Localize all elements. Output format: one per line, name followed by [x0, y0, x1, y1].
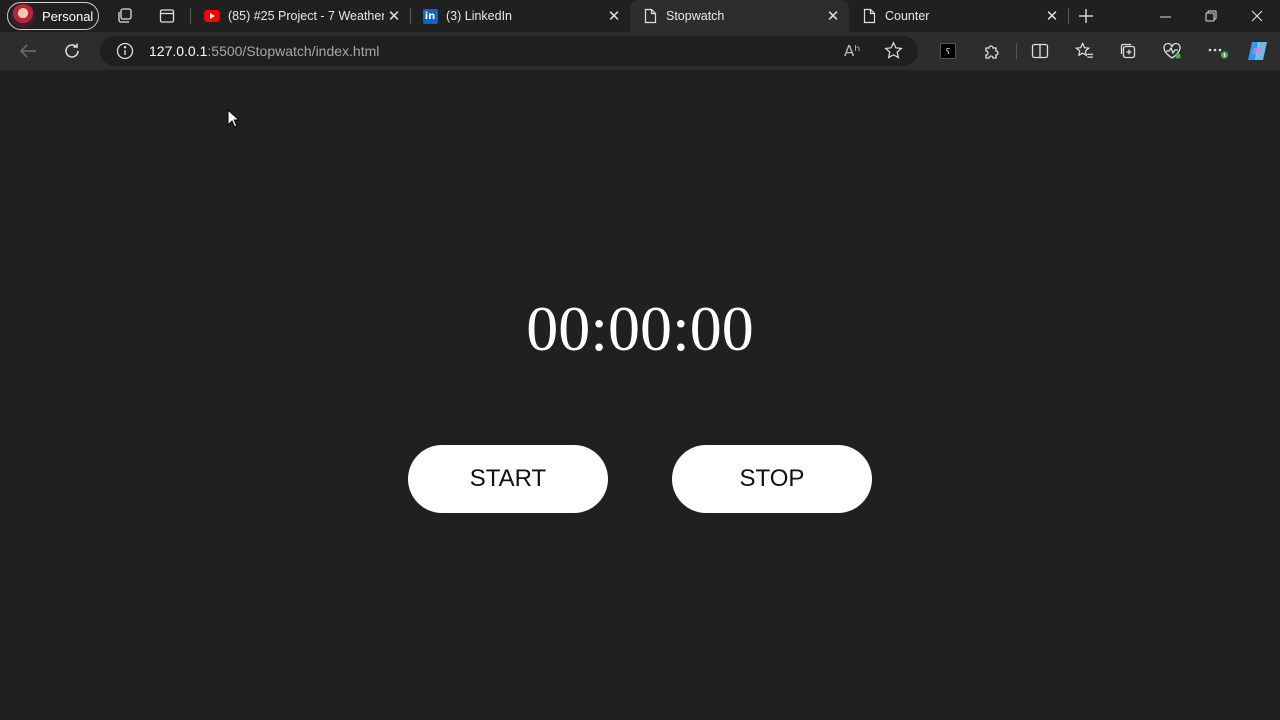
tab-youtube[interactable]: (85) #25 Project - 7 Weather App ✕: [192, 0, 410, 32]
start-button[interactable]: START: [408, 445, 608, 513]
extensions-puzzle-icon[interactable]: [978, 37, 1006, 65]
extension-icon[interactable]: ʕ: [934, 37, 962, 65]
close-icon[interactable]: ✕: [823, 6, 843, 26]
refresh-icon[interactable]: [58, 37, 86, 65]
address-bar[interactable]: 127.0.0.1:5500/Stopwatch/index.html Aʰ: [100, 36, 918, 66]
favorite-star-icon[interactable]: [884, 41, 903, 65]
avatar: [11, 4, 35, 28]
close-icon[interactable]: ✕: [1042, 6, 1062, 26]
tab-title: Counter: [885, 9, 930, 23]
stopwatch-display: 00:00:00: [526, 293, 754, 364]
toolbar-separator: [1016, 43, 1017, 59]
tab-title: Stopwatch: [666, 9, 725, 23]
tab-separator: [1068, 8, 1069, 24]
read-aloud-icon[interactable]: Aʰ: [844, 42, 860, 60]
tab-separator: [190, 8, 191, 24]
tab-linkedin[interactable]: in (3) LinkedIn ✕: [410, 0, 630, 32]
site-info-icon[interactable]: [116, 42, 134, 65]
close-icon[interactable]: ✕: [384, 6, 404, 26]
profile-label: Personal: [42, 8, 94, 24]
stop-button[interactable]: STOP: [672, 445, 872, 513]
restore-icon[interactable]: [1188, 0, 1234, 32]
back-icon[interactable]: [14, 37, 42, 65]
page-icon: [861, 8, 877, 24]
mouse-cursor-icon: [227, 108, 241, 133]
tab-strip: Personal (85) #25 Project - 7 Weather Ap…: [0, 0, 1280, 32]
browser-toolbar: 127.0.0.1:5500/Stopwatch/index.html Aʰ ʕ: [0, 32, 1280, 70]
tab-actions-icon[interactable]: [157, 6, 177, 26]
favorites-icon[interactable]: [1070, 37, 1098, 65]
url-host: 127.0.0.1: [149, 43, 208, 59]
tab-title: (3) LinkedIn: [446, 9, 513, 23]
minimize-icon[interactable]: [1142, 0, 1188, 32]
performance-heart-icon[interactable]: [1158, 37, 1186, 65]
profile-button[interactable]: Personal: [7, 2, 99, 30]
tab-counter[interactable]: Counter ✕: [849, 0, 1068, 32]
split-screen-icon[interactable]: [1026, 37, 1054, 65]
new-tab-icon[interactable]: [1076, 6, 1096, 26]
copilot-icon[interactable]: [1244, 37, 1272, 65]
youtube-icon: [204, 8, 220, 24]
close-icon[interactable]: ✕: [604, 6, 624, 26]
close-window-icon[interactable]: [1234, 0, 1280, 32]
more-menu-icon[interactable]: [1204, 37, 1232, 65]
url-path: :5500/Stopwatch/index.html: [207, 43, 380, 59]
page-viewport: 00:00:00 START STOP: [4, 70, 1276, 716]
browser-window: Personal (85) #25 Project - 7 Weather Ap…: [0, 0, 1280, 720]
url-text[interactable]: 127.0.0.1:5500/Stopwatch/index.html: [149, 43, 379, 59]
tab-title: (85) #25 Project - 7 Weather App: [228, 9, 384, 23]
collections-icon[interactable]: [1114, 37, 1142, 65]
page-icon: [642, 8, 658, 24]
tab-stopwatch[interactable]: Stopwatch ✕: [630, 0, 849, 32]
linkedin-icon: in: [422, 8, 438, 24]
workspaces-icon[interactable]: [115, 6, 135, 26]
